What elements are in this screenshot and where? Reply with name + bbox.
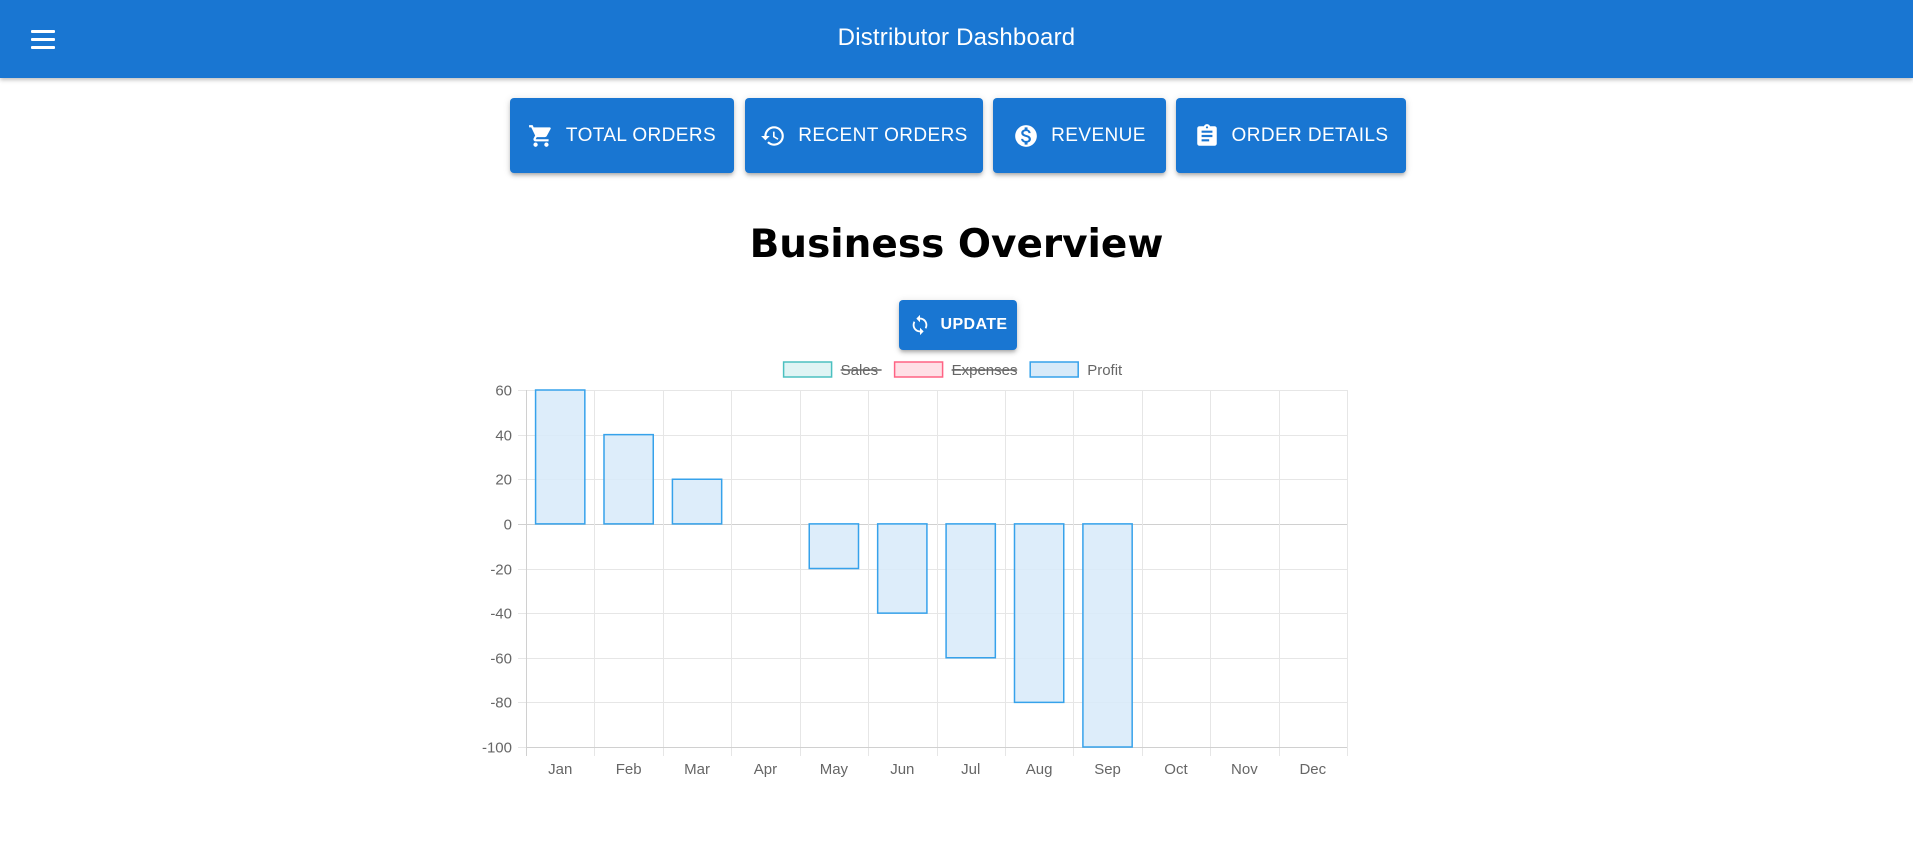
y-tick-label: 20 bbox=[495, 472, 512, 489]
app-title: Distributor Dashboard bbox=[837, 24, 1076, 51]
clipboard-icon bbox=[1196, 123, 1217, 146]
recent-orders-button[interactable]: RECENT ORDERS bbox=[745, 98, 983, 173]
x-tick-label: Dec bbox=[1299, 761, 1326, 778]
bar-profit bbox=[945, 523, 997, 659]
y-tick-label: -100 bbox=[482, 740, 512, 757]
x-tick-label: Jul bbox=[961, 761, 980, 778]
y-tick-label: 40 bbox=[495, 428, 512, 445]
refresh-icon bbox=[912, 314, 927, 336]
x-tick-label: Mar bbox=[684, 761, 710, 778]
app-bar: Distributor Dashboard bbox=[0, 0, 1913, 78]
x-tick-label: Nov bbox=[1231, 761, 1258, 778]
total-orders-button[interactable]: TOTAL ORDERS bbox=[510, 98, 734, 173]
x-tick-label: Aug bbox=[1026, 761, 1053, 778]
bar-profit bbox=[876, 523, 928, 614]
x-tick-label: Apr bbox=[754, 761, 777, 778]
bar-profit bbox=[603, 433, 655, 525]
shopping-cart-icon bbox=[529, 124, 551, 147]
legend-label: Profit bbox=[1087, 362, 1123, 379]
x-tick-label: Jun bbox=[890, 761, 914, 778]
y-tick-label: -80 bbox=[490, 695, 512, 712]
bar-profit bbox=[534, 389, 586, 525]
recent-orders-label: RECENT ORDERS bbox=[798, 124, 968, 146]
update-label: UPDATE bbox=[940, 316, 1008, 333]
y-tick-label: 60 bbox=[495, 383, 512, 400]
legend-item-profit[interactable]: Profit bbox=[1029, 361, 1123, 379]
bar-profit bbox=[1013, 523, 1065, 704]
y-tick-label: -40 bbox=[490, 606, 512, 623]
history-icon bbox=[761, 125, 785, 146]
y-tick-label: 0 bbox=[504, 517, 512, 534]
update-button[interactable]: UPDATE bbox=[899, 300, 1017, 350]
legend-swatch bbox=[782, 361, 833, 378]
bar-profit bbox=[808, 523, 860, 570]
x-tick-label: Sep bbox=[1094, 761, 1121, 778]
x-tick-label: May bbox=[820, 761, 849, 778]
total-orders-label: TOTAL ORDERS bbox=[565, 124, 717, 146]
x-tick-label: Oct bbox=[1164, 761, 1188, 778]
x-tick-label: Jan bbox=[548, 761, 572, 778]
legend-item-expenses[interactable]: Expenses bbox=[893, 361, 1018, 379]
bar-profit bbox=[1082, 523, 1133, 748]
y-tick-label: -20 bbox=[490, 562, 512, 579]
bar-profit bbox=[671, 478, 723, 525]
order-details-label: ORDER DETAILS bbox=[1231, 124, 1389, 146]
dollar-circle-icon bbox=[1015, 124, 1038, 147]
revenue-button[interactable]: REVENUE bbox=[993, 98, 1166, 173]
revenue-label: REVENUE bbox=[1051, 124, 1146, 146]
legend-swatch bbox=[1029, 361, 1079, 378]
order-details-button[interactable]: ORDER DETAILS bbox=[1176, 98, 1406, 173]
x-tick-label: Feb bbox=[616, 761, 642, 778]
page-title: Business Overview bbox=[749, 222, 1164, 267]
y-tick-label: -60 bbox=[490, 651, 512, 668]
legend-item-sales[interactable]: Sales bbox=[782, 361, 882, 379]
legend-swatch bbox=[893, 361, 944, 378]
